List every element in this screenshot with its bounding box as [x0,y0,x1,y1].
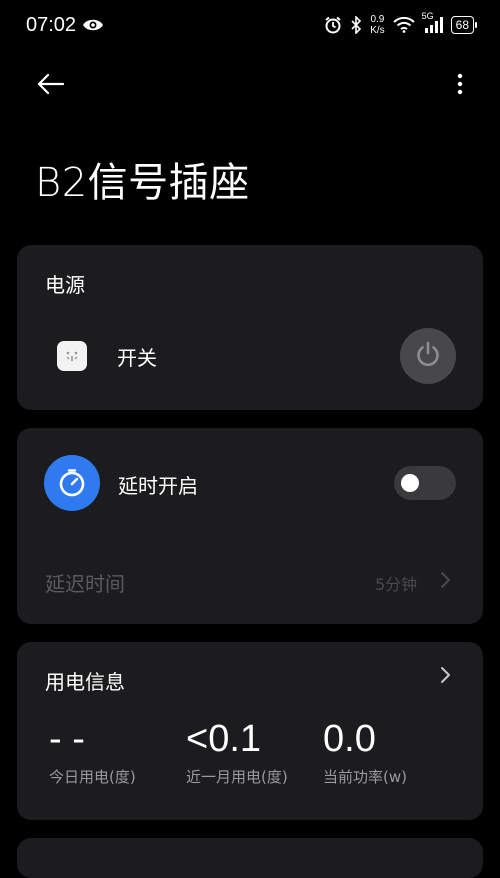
delay-time-value[interactable]: 5分钟 [375,571,417,595]
next-card [17,838,483,878]
signal-icon: 5G [422,11,443,33]
metric-today: - - 今日用电(度) [49,714,136,787]
status-right: 0.9 K/s 5G 68 [324,11,478,36]
delay-time-label[interactable]: 延迟时间 [45,568,125,597]
network-speed-value: 0.9 [370,14,385,25]
metric-month-label: 近一月用电(度) [186,768,288,786]
delay-start-card: 延时开启 延迟时间 5分钟 [17,428,483,624]
status-left: 07:02 [26,14,104,37]
network-speed-unit: K/s [370,25,385,36]
page-title: B2信号插座 [35,160,250,206]
battery-level: 68 [455,18,469,32]
metric-power: 0.0 当前功率(w) [323,714,407,787]
power-section-title: 电源 [45,273,85,297]
delay-start-label: 延时开启 [118,474,198,498]
network-speed: 0.9 K/s [370,14,384,36]
delay-start-toggle[interactable] [394,466,456,500]
switch-label: 开关 [117,346,157,370]
metric-power-value: 0.0 [323,718,376,760]
status-bar: 07:02 0.9 K/s 5G 68 [0,0,500,50]
alarm-icon [324,16,342,34]
metric-month-value: <0.1 [186,718,262,760]
power-toggle-button[interactable] [400,328,456,384]
metric-today-value: - - [49,718,85,760]
back-button[interactable] [28,68,72,104]
battery-indicator: 68 [450,16,478,34]
power-usage-card[interactable]: 用电信息 - - 今日用电(度) <0.1 近一月用电(度) 0.0 当前功率(… [17,642,483,820]
chevron-right-icon[interactable] [439,571,451,593]
eye-icon [82,17,104,33]
more-options-button[interactable] [440,68,480,104]
timer-icon [44,455,100,511]
metric-today-label: 今日用电(度) [49,768,136,786]
more-vertical-icon [457,73,463,99]
top-app-bar [0,56,500,116]
status-time: 07:02 [26,13,77,36]
socket-icon [57,341,87,371]
metric-power-label: 当前功率(w) [323,768,407,786]
bluetooth-icon [350,16,362,34]
network-type: 5G [421,11,434,21]
metric-month: <0.1 近一月用电(度) [186,714,288,787]
power-icon [414,340,442,372]
power-card: 电源 开关 [17,245,483,410]
back-arrow-icon [36,73,65,99]
power-usage-title: 用电信息 [45,670,125,694]
toggle-knob [401,474,419,492]
wifi-icon [392,17,415,33]
chevron-right-icon[interactable] [439,666,451,688]
